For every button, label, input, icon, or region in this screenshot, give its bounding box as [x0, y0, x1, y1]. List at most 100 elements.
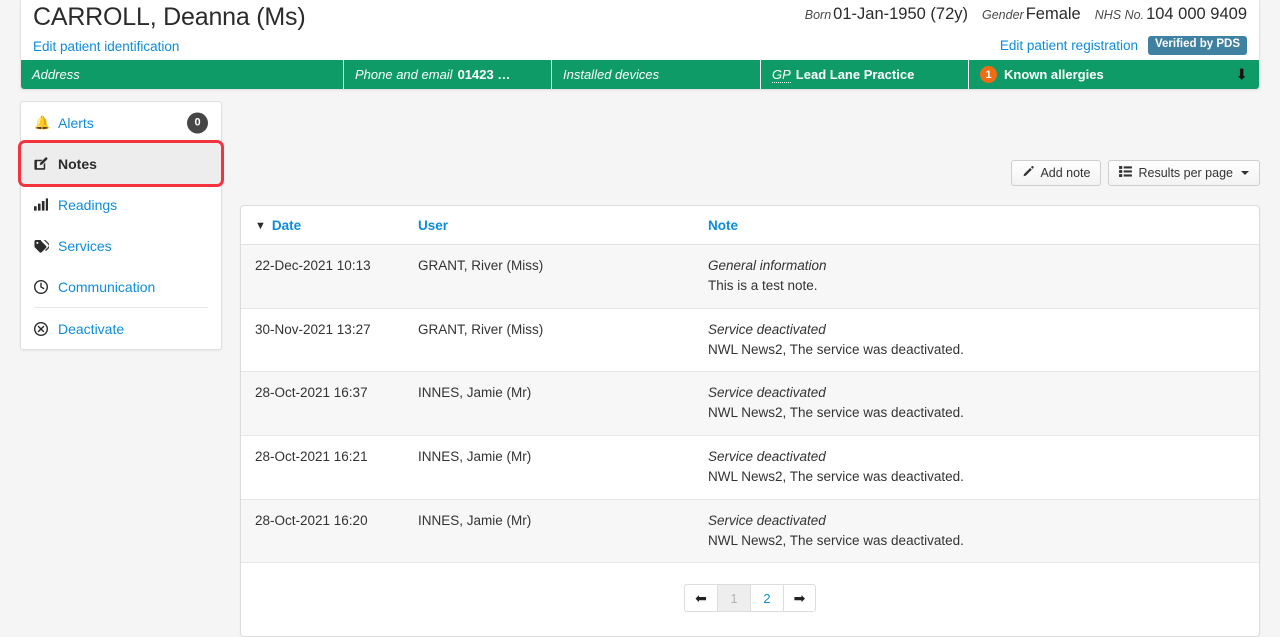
summary-phone-label: Phone and email	[355, 67, 453, 82]
born-value: 01-Jan-1950 (72y)	[833, 5, 968, 23]
edit-patient-registration-link[interactable]: Edit patient registration	[1000, 38, 1138, 53]
gp-abbreviation-label: GP	[772, 66, 791, 83]
nhs-number-value: 104 000 9409	[1146, 5, 1247, 23]
note-title: Service deactivated	[708, 321, 826, 337]
add-note-label: Add note	[1040, 166, 1091, 180]
note-body: NWL News2, The service was deactivated.	[708, 468, 964, 484]
clock-icon	[34, 279, 51, 294]
table-row[interactable]: 22-Dec-2021 10:13 GRANT, River (Miss) Ge…	[241, 244, 1259, 309]
sidebar-item-label: Readings	[58, 196, 118, 213]
cell-date: 28-Oct-2021 16:37	[241, 371, 404, 437]
cell-user: INNES, Jamie (Mr)	[404, 435, 694, 500]
add-note-button[interactable]: Add note	[1011, 160, 1102, 186]
arrow-down-icon[interactable]: ⬇	[1235, 67, 1248, 82]
table-row[interactable]: 28-Oct-2021 16:20 INNES, Jamie (Mr) Serv…	[241, 499, 1259, 564]
summary-phone-email[interactable]: Phone and email 01423 …	[344, 60, 552, 89]
pagination-page-1: 1	[717, 584, 750, 613]
cell-user: GRANT, River (Miss)	[404, 244, 694, 309]
cancel-circle-icon	[34, 321, 51, 336]
born-label: Born	[804, 8, 832, 22]
summary-address[interactable]: Address	[21, 60, 344, 89]
registration-row: Edit patient registration Verified by PD…	[1000, 36, 1247, 55]
tag-icon	[34, 239, 51, 253]
patient-banner-top: CARROLL, Deanna (Ms) Edit patient identi…	[21, 0, 1259, 60]
results-per-page-button[interactable]: Results per page	[1108, 160, 1260, 186]
patient-demographics: Born 01-Jan-1950 (72y) Gender Female NHS No.…	[805, 5, 1247, 24]
arrow-right-icon: ➡	[793, 590, 806, 607]
status-badge: Verified by PDS	[1147, 36, 1247, 55]
column-header-user-label: User	[418, 218, 449, 233]
patient-summary-bar: Address Phone and email 01423 … Installe…	[21, 60, 1259, 89]
sidebar-item-services[interactable]: Services	[21, 225, 221, 266]
cell-date: 28-Oct-2021 16:20	[241, 499, 404, 564]
nhs-number-label: NHS No.	[1094, 8, 1145, 22]
table-row[interactable]: 28-Oct-2021 16:21 INNES, Jamie (Mr) Serv…	[241, 435, 1259, 500]
cell-note: Service deactivated NWL News2, The servi…	[694, 499, 1259, 564]
summary-installed-devices[interactable]: Installed devices	[552, 60, 761, 89]
cell-note: Service deactivated NWL News2, The servi…	[694, 308, 1259, 373]
summary-known-allergies[interactable]: 1 Known allergies ⬇	[969, 60, 1259, 89]
table-row[interactable]: 28-Oct-2021 16:37 INNES, Jamie (Mr) Serv…	[241, 371, 1259, 437]
notes-panel: ▼ Date User Note 22-Dec-2021 10:13 GRANT,…	[240, 205, 1260, 637]
table-row[interactable]: 30-Nov-2021 13:27 GRANT, River (Miss) Se…	[241, 308, 1259, 373]
sidebar-item-alerts[interactable]: 🔔 Alerts 0	[21, 102, 221, 143]
summary-allergies-label: Known allergies	[1004, 67, 1104, 82]
summary-devices-label: Installed devices	[563, 67, 660, 82]
cell-note: General information This is a test note.	[694, 244, 1259, 309]
notes-table-head: ▼ Date User Note	[241, 206, 1259, 245]
summary-gp-value: Lead Lane Practice	[795, 67, 915, 82]
sidebar-item-label: Alerts	[58, 114, 94, 131]
cell-date: 22-Dec-2021 10:13	[241, 244, 404, 309]
cell-date: 30-Nov-2021 13:27	[241, 308, 404, 373]
cell-user: INNES, Jamie (Mr)	[404, 499, 694, 564]
notes-toolbar: Add note Results per page	[1011, 160, 1260, 186]
chevron-down-icon	[1241, 171, 1249, 175]
cell-user: GRANT, River (Miss)	[404, 308, 694, 373]
alerts-count-badge: 0	[187, 112, 208, 133]
note-body: This is a test note.	[708, 277, 818, 293]
cell-user: INNES, Jamie (Mr)	[404, 371, 694, 437]
note-body: NWL News2, The service was deactivated.	[708, 532, 964, 548]
table-header-row: ▼ Date User Note	[241, 206, 1259, 245]
sidebar-item-deactivate[interactable]: Deactivate	[21, 308, 221, 349]
pencil-icon	[1022, 165, 1035, 181]
sidebar-item-communication[interactable]: Communication	[21, 266, 221, 307]
sidebar-item-notes[interactable]: Notes	[18, 140, 224, 187]
sidebar-item-readings[interactable]: Readings	[21, 184, 221, 225]
cell-date: 28-Oct-2021 16:21	[241, 435, 404, 500]
sidebar: 🔔 Alerts 0 Notes Readings Services Commu…	[18, 101, 224, 350]
cell-note: Service deactivated NWL News2, The servi…	[694, 371, 1259, 437]
gender-label: Gender	[982, 8, 1024, 22]
column-header-user[interactable]: User	[404, 206, 694, 245]
pagination: ⬅ 1 2 ➡	[684, 584, 816, 613]
patient-banner: CARROLL, Deanna (Ms) Edit patient identi…	[20, 0, 1260, 90]
summary-address-label: Address	[32, 67, 80, 82]
pagination-previous-button[interactable]: ⬅	[684, 584, 717, 613]
column-header-date[interactable]: ▼ Date	[241, 206, 404, 245]
pagination-next-button[interactable]: ➡	[783, 584, 816, 613]
column-header-note-label: Note	[708, 218, 738, 233]
summary-gp[interactable]: GP Lead Lane Practice	[761, 60, 969, 89]
sidebar-item-label: Deactivate	[58, 320, 125, 337]
sidebar-item-label: Services	[58, 237, 112, 254]
note-title: Service deactivated	[708, 385, 826, 401]
note-title: Service deactivated	[708, 512, 826, 528]
pagination-page-2[interactable]: 2	[750, 584, 783, 613]
column-header-date-label: Date	[271, 218, 302, 233]
list-icon	[1119, 166, 1133, 180]
page-title: CARROLL, Deanna (Ms)	[33, 3, 306, 31]
note-title: General information	[708, 258, 827, 273]
pagination-wrapper: ⬅ 1 2 ➡	[241, 563, 1259, 637]
sidebar-item-label: Notes	[58, 155, 97, 172]
edit-note-icon	[34, 156, 51, 171]
bell-icon: 🔔	[34, 114, 51, 130]
sidebar-item-label: Communication	[58, 278, 156, 295]
results-per-page-label: Results per page	[1138, 166, 1233, 180]
summary-phone-value: 01423 …	[457, 67, 511, 82]
edit-patient-identification-link[interactable]: Edit patient identification	[33, 39, 179, 54]
note-body: NWL News2, The service was deactivated.	[708, 405, 964, 421]
note-title: Service deactivated	[708, 449, 826, 465]
column-header-note[interactable]: Note	[694, 206, 1259, 245]
gender-value: Female	[1025, 5, 1081, 23]
allergy-count-badge: 1	[980, 66, 997, 83]
